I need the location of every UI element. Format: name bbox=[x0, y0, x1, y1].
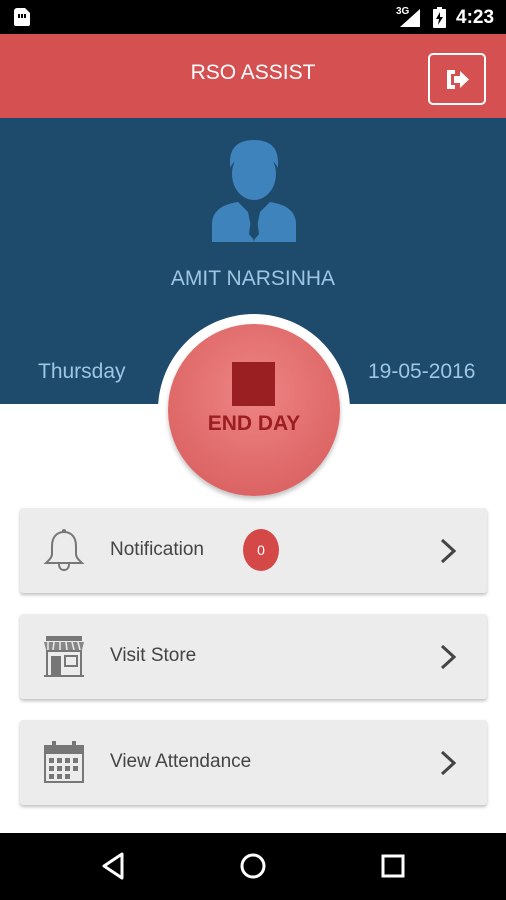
chevron-right-icon bbox=[440, 750, 456, 776]
back-icon[interactable] bbox=[96, 849, 130, 883]
calendar-icon bbox=[44, 741, 84, 783]
recents-icon[interactable] bbox=[376, 849, 410, 883]
navigation-bar bbox=[0, 833, 506, 900]
day-of-week: Thursday bbox=[38, 360, 126, 383]
logout-icon bbox=[447, 70, 469, 89]
notification-label: Notification bbox=[110, 539, 204, 560]
chevron-right-icon bbox=[440, 644, 456, 670]
end-day-button[interactable]: END DAY bbox=[168, 324, 340, 496]
notification-count-badge: 0 bbox=[243, 529, 279, 571]
chevron-right-icon bbox=[440, 538, 456, 564]
user-name: AMIT NARSINHA bbox=[170, 267, 336, 290]
logout-button[interactable] bbox=[428, 53, 486, 105]
signal-icon bbox=[400, 9, 420, 27]
status-time: 4:23 bbox=[456, 7, 495, 28]
current-date: 19-05-2016 bbox=[368, 360, 476, 383]
sim-card-icon bbox=[14, 8, 30, 26]
battery-icon bbox=[433, 7, 446, 28]
visit-store-card[interactable]: Visit Store bbox=[20, 614, 487, 699]
view-attendance-card[interactable]: View Attendance bbox=[20, 720, 487, 805]
user-avatar-icon bbox=[212, 140, 296, 242]
stop-icon bbox=[232, 362, 275, 406]
visit-store-label: Visit Store bbox=[110, 645, 197, 666]
app-bar: RSO ASSIST bbox=[0, 34, 506, 118]
end-day-label: END DAY bbox=[207, 412, 301, 435]
home-icon[interactable] bbox=[236, 849, 270, 883]
status-bar: 3G 4:23 bbox=[0, 0, 506, 34]
view-attendance-label: View Attendance bbox=[110, 751, 252, 772]
bell-icon bbox=[43, 529, 85, 572]
store-icon bbox=[44, 636, 84, 677]
notification-card[interactable]: Notification 0 bbox=[20, 508, 487, 593]
